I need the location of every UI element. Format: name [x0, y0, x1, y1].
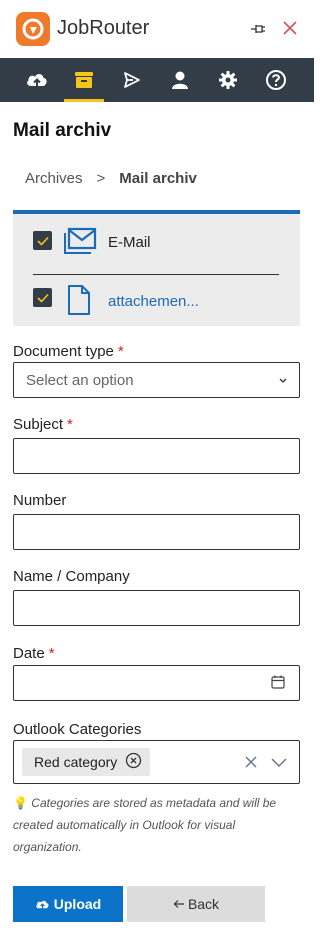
document-type-label-text: Document type [13, 343, 114, 360]
category-chip-label: Red category [34, 754, 118, 770]
date-label: Date * [13, 645, 55, 662]
document-type-placeholder: Select an option [26, 372, 134, 389]
document-type-label: Document type * [13, 343, 124, 360]
main-toolbar [0, 58, 314, 102]
attachments-panel: E-Mail attachemen... [13, 210, 300, 326]
subject-input[interactable] [13, 438, 300, 474]
email-checkbox[interactable] [33, 231, 52, 250]
name-company-label: Name / Company [13, 568, 130, 585]
pin-icon[interactable] [249, 20, 267, 38]
upload-cloud-icon [36, 900, 49, 909]
archive-icon[interactable] [62, 58, 106, 102]
back-button-label: Back [187, 896, 220, 912]
breadcrumb-current: Mail archiv [119, 170, 197, 187]
document-icon [67, 284, 91, 321]
attachment-row-file: attachemen... [13, 284, 300, 324]
close-icon[interactable] [281, 19, 299, 37]
outlook-categories-label: Outlook Categories [13, 721, 142, 738]
name-company-input[interactable] [13, 590, 300, 626]
clear-icon[interactable] [243, 754, 259, 775]
arrow-left-icon [173, 900, 184, 908]
mail-icon [63, 227, 97, 260]
attachment-link[interactable]: attachemen... [108, 293, 199, 310]
outlook-categories-select[interactable]: Red category [13, 740, 300, 784]
upload-button-label: Upload [53, 896, 102, 912]
user-icon[interactable] [158, 58, 202, 102]
breadcrumb-separator: > [96, 170, 106, 187]
gear-icon[interactable] [206, 58, 250, 102]
attachment-row-email: E-Mail [13, 221, 300, 261]
number-input[interactable] [13, 514, 300, 550]
lightbulb-icon: 💡 [13, 796, 28, 810]
document-type-select[interactable]: Select an option [13, 362, 300, 398]
required-marker: * [48, 645, 55, 662]
app-title: JobRouter [57, 17, 150, 39]
subject-label: Subject * [13, 416, 73, 433]
attachment-checkbox[interactable] [33, 288, 52, 307]
calendar-icon[interactable] [270, 674, 286, 695]
help-icon[interactable] [254, 58, 298, 102]
send-icon[interactable] [110, 58, 154, 102]
remove-chip-icon[interactable] [125, 752, 142, 772]
email-label: E-Mail [108, 234, 151, 251]
attachments-divider [33, 274, 279, 275]
chevron-down-icon[interactable] [270, 754, 288, 775]
subject-label-text: Subject [13, 416, 64, 433]
category-chip: Red category [22, 748, 151, 776]
required-marker: * [67, 416, 73, 433]
required-marker: * [117, 343, 124, 360]
categories-hint-text: Categories are stored as metadata and wi… [13, 796, 277, 854]
jobrouter-logo [16, 12, 50, 46]
categories-hint: 💡 Categories are stored as metadata and … [13, 792, 303, 858]
number-label: Number [13, 492, 67, 509]
date-label-text: Date [13, 645, 45, 662]
date-input[interactable] [13, 665, 300, 701]
page-title: Mail archiv [13, 120, 112, 141]
upload-button[interactable]: Upload [13, 886, 123, 922]
chevron-down-icon [277, 373, 289, 391]
back-button[interactable]: Back [127, 886, 265, 922]
breadcrumb: Archives > Mail archiv [25, 170, 197, 187]
upload-cloud-icon[interactable] [15, 58, 59, 102]
app-header: JobRouter [0, 0, 314, 58]
breadcrumb-archives[interactable]: Archives [25, 170, 83, 187]
